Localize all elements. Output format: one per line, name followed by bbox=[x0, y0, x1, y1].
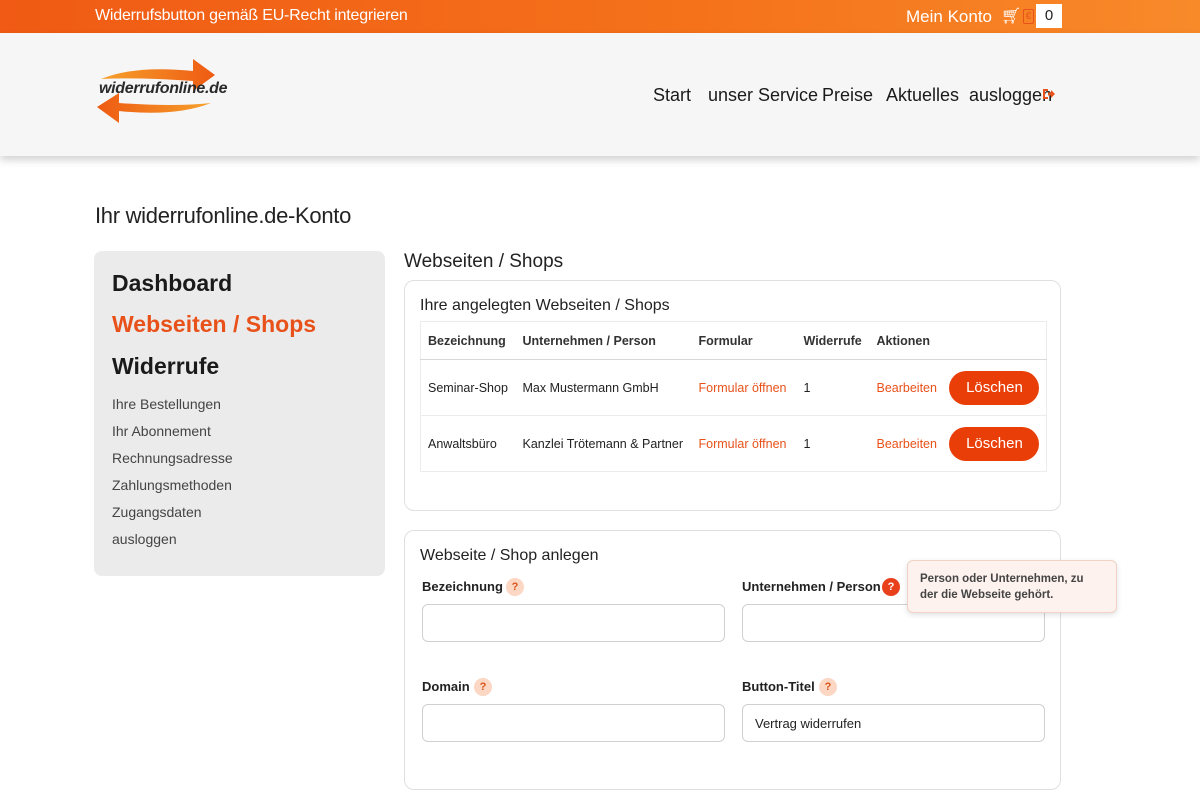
nav-service[interactable]: unser Service bbox=[708, 85, 818, 106]
cell-company: Kanzlei Trötemann & Partner bbox=[515, 415, 692, 472]
my-account-link[interactable]: Mein Konto bbox=[906, 7, 992, 27]
nav-news[interactable]: Aktuelles bbox=[886, 85, 959, 106]
delete-button[interactable]: Löschen bbox=[949, 370, 1040, 405]
help-tooltip: Person oder Unternehmen, zu der die Webs… bbox=[907, 560, 1117, 613]
section-title: Webseiten / Shops bbox=[404, 251, 564, 272]
table-row: Seminar-Shop Max Mustermann GmbH Formula… bbox=[420, 359, 1047, 416]
cell-name: Anwaltsbüro bbox=[420, 415, 516, 472]
cell-count: 1 bbox=[796, 359, 870, 416]
sidebar-item-websites[interactable]: Webseiten / Shops bbox=[112, 311, 316, 338]
page-title: Ihr widerrufonline.de-Konto bbox=[95, 203, 352, 228]
name-label: Bezeichnung bbox=[422, 579, 503, 594]
account-sidebar: Dashboard Webseiten / Shops Widerrufe Ih… bbox=[94, 251, 385, 576]
domain-label: Domain bbox=[422, 679, 470, 694]
sidebar-item-dashboard[interactable]: Dashboard bbox=[112, 270, 232, 297]
button-title-input[interactable] bbox=[742, 704, 1045, 742]
nav-prices[interactable]: Preise bbox=[822, 85, 873, 106]
cell-name: Seminar-Shop bbox=[420, 359, 516, 416]
sidebar-item-billing-address[interactable]: Rechnungsadresse bbox=[112, 450, 233, 466]
column-header: Bezeichnung bbox=[420, 321, 516, 360]
cell-count: 1 bbox=[796, 415, 870, 472]
column-header: Formular bbox=[691, 321, 797, 360]
help-icon[interactable]: ? bbox=[506, 578, 524, 596]
site-header: widerrufonline.de Start unser Service Pr… bbox=[0, 33, 1200, 156]
column-header: Aktionen bbox=[869, 321, 1047, 360]
logo-text: widerrufonline.de bbox=[99, 80, 228, 97]
websites-list-card: Ihre angelegten Webseiten / Shops Bezeic… bbox=[404, 280, 1061, 511]
sidebar-item-subscription[interactable]: Ihr Abonnement bbox=[112, 423, 211, 439]
sidebar-item-revocations[interactable]: Widerrufe bbox=[112, 353, 219, 380]
name-input[interactable] bbox=[422, 604, 725, 642]
open-form-link[interactable]: Formular öffnen bbox=[699, 381, 787, 395]
edit-link[interactable]: Bearbeiten bbox=[877, 437, 937, 451]
cart-icon[interactable]: 🛒︎ bbox=[1001, 6, 1021, 26]
sidebar-item-orders[interactable]: Ihre Bestellungen bbox=[112, 396, 221, 412]
logout-icon[interactable] bbox=[1042, 87, 1056, 103]
nav-logout[interactable]: ausloggen bbox=[969, 85, 1052, 106]
sidebar-item-payment-methods[interactable]: Zahlungsmethoden bbox=[112, 477, 232, 493]
open-form-link[interactable]: Formular öffnen bbox=[699, 437, 787, 451]
cart-count[interactable]: 0 bbox=[1036, 4, 1062, 28]
delete-button[interactable]: Löschen bbox=[949, 426, 1040, 461]
websites-table: Bezeichnung Unternehmen / Person Formula… bbox=[420, 321, 1047, 472]
column-header: Unternehmen / Person bbox=[515, 321, 692, 360]
button-title-label: Button-Titel bbox=[742, 679, 815, 694]
cell-company: Max Mustermann GmbH bbox=[515, 359, 692, 416]
price-tag-icon: € bbox=[1023, 9, 1034, 24]
card-title: Webseite / Shop anlegen bbox=[420, 547, 599, 564]
nav-start[interactable]: Start bbox=[653, 85, 691, 106]
site-logo[interactable]: widerrufonline.de bbox=[95, 57, 228, 127]
card-title: Ihre angelegten Webseiten / Shops bbox=[420, 297, 670, 314]
help-icon[interactable]: ? bbox=[474, 678, 492, 696]
domain-input[interactable] bbox=[422, 704, 725, 742]
column-header: Widerrufe bbox=[796, 321, 870, 360]
table-header-row: Bezeichnung Unternehmen / Person Formula… bbox=[420, 321, 1047, 360]
help-icon[interactable]: ? bbox=[882, 578, 900, 596]
company-label: Unternehmen / Person bbox=[742, 579, 881, 594]
help-icon[interactable]: ? bbox=[819, 678, 837, 696]
edit-link[interactable]: Bearbeiten bbox=[877, 381, 937, 395]
top-bar: Widerrufsbutton gemäß EU-Recht integrier… bbox=[0, 0, 1200, 33]
promo-link[interactable]: Widerrufsbutton gemäß EU-Recht integrier… bbox=[95, 7, 408, 25]
table-row: Anwaltsbüro Kanzlei Trötemann & Partner … bbox=[420, 415, 1047, 472]
sidebar-item-logout[interactable]: ausloggen bbox=[112, 531, 177, 547]
sidebar-item-credentials[interactable]: Zugangsdaten bbox=[112, 504, 202, 520]
